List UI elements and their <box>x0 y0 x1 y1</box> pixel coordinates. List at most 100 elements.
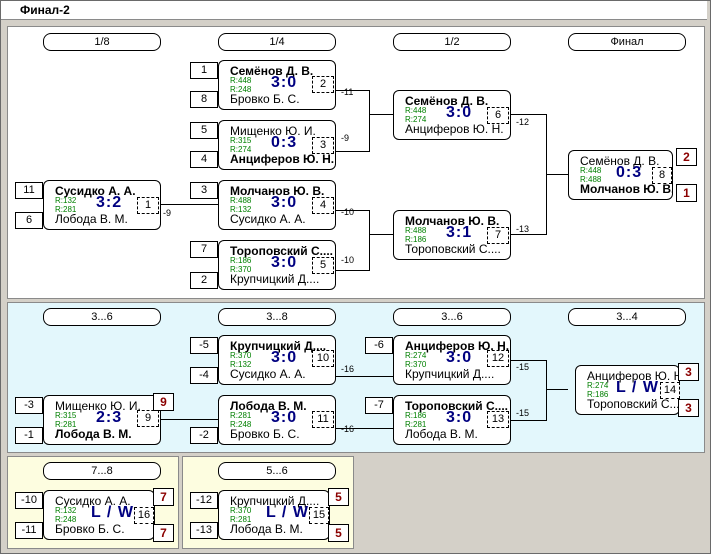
player-name: Молчанов Ю. В. <box>580 182 672 196</box>
match-card[interactable]: Молчанов Ю. В. R:488 R:186 3:1 7 Торопов… <box>393 210 511 260</box>
match-card[interactable]: Семёнов Д. В. R:448 R:274 3:0 6 Анциферо… <box>393 90 511 140</box>
player-rating: R:132 <box>55 506 77 515</box>
match-card[interactable]: Сусидко А. А. R:132 R:248 L / W 16 Бровк… <box>43 490 155 540</box>
consolation-panel: 3...6 3...8 3...6 3...4 -5 -4 -3 -1 -2 -… <box>7 302 705 453</box>
match-card[interactable]: Анциферов Ю. Н. R:274 R:186 L / W 14 Тор… <box>575 365 680 415</box>
seed-box: 11 <box>15 182 43 199</box>
player-name: Крупчицкий Д.... <box>405 367 495 381</box>
player-name: Бровко Б. С. <box>230 92 300 106</box>
player-name: Сусидко А. А. <box>230 367 306 381</box>
player-rating: R:488 <box>230 196 252 205</box>
seed-box: 5 <box>190 122 218 139</box>
place-badge: 3 <box>678 399 699 417</box>
seed-box: -7 <box>365 397 393 414</box>
loser-dest-label: -10 <box>341 207 355 217</box>
match-score: 3:1 <box>446 224 473 241</box>
loser-dest-label: -9 <box>163 208 172 218</box>
player-name: Лобода В. М. <box>55 427 132 441</box>
match-number: 10 <box>312 350 334 367</box>
loser-dest-label: -16 <box>341 424 355 434</box>
round-label: 3...6 <box>393 308 511 326</box>
player-name: Лобода В. М. <box>230 522 303 536</box>
match-card[interactable]: Семёнов Д. В. R:448 R:248 3:0 2 Бровко Б… <box>218 60 336 110</box>
match-card[interactable]: Мищенко Ю. И. R:315 R:281 2:3 9 Лобода В… <box>43 395 161 445</box>
round-label-1-4: 1/4 <box>218 33 336 51</box>
match-card[interactable]: Мищенко Ю. И. R:315 R:274 0:3 3 Анциферо… <box>218 120 336 170</box>
seed-box: 2 <box>190 272 218 289</box>
seed-box: 8 <box>190 91 218 108</box>
round-label: 3...8 <box>218 308 336 326</box>
loser-dest-label: -11 <box>341 87 354 97</box>
seed-box: 4 <box>190 151 218 168</box>
seed-box: 3 <box>190 182 218 199</box>
match-score: 3:0 <box>271 254 298 271</box>
match-score: 3:0 <box>271 194 298 211</box>
player-rating: R:132 <box>55 196 77 205</box>
loser-dest-label: -16 <box>341 364 355 374</box>
player-name: Бровко Б. С. <box>230 427 300 441</box>
match-card[interactable]: Сусидко А. А. R:132 R:281 3:2 1 Лобода В… <box>43 180 161 230</box>
seed-box: -13 <box>190 522 218 539</box>
match-score: L / W <box>616 379 659 396</box>
player-rating: R:448 <box>405 106 427 115</box>
place-badge: 5 <box>328 488 349 506</box>
match-score: 3:0 <box>446 104 473 121</box>
player-rating: R:448 <box>580 166 602 175</box>
player-name: Лобода В. М. <box>55 212 128 226</box>
match-score: 3:2 <box>96 194 123 211</box>
player-rating: R:488 <box>405 226 427 235</box>
match-score: 0:3 <box>616 164 643 181</box>
seed-box: -11 <box>15 522 43 539</box>
seed-box: -2 <box>190 427 218 444</box>
player-name: Лобода В. М. <box>405 427 478 441</box>
player-rating: R:370 <box>230 351 252 360</box>
match-score: 3:0 <box>271 74 298 91</box>
player-name: Сусидко А. А. <box>230 212 306 226</box>
round-label: 5...6 <box>218 462 336 480</box>
player-name: Анциферов Ю. Н. <box>405 122 504 136</box>
player-rating: R:315 <box>230 136 252 145</box>
seed-box: -5 <box>190 337 218 354</box>
match-score: 2:3 <box>96 409 123 426</box>
match-card[interactable]: Крупчицкий Д.... R:370 R:132 3:0 10 Суси… <box>218 335 336 385</box>
match-card[interactable]: Анциферов Ю. Н. R:274 R:370 3:0 12 Крупч… <box>393 335 511 385</box>
loser-dest-label: -15 <box>516 408 530 418</box>
round-label-1-8: 1/8 <box>43 33 161 51</box>
loser-dest-label: -9 <box>341 133 350 143</box>
player-rating: R:370 <box>230 506 252 515</box>
match-score: 3:0 <box>446 349 473 366</box>
round-label: 3...6 <box>43 308 161 326</box>
match-card[interactable]: Молчанов Ю. В. R:488 R:132 3:0 4 Сусидко… <box>218 180 336 230</box>
player-rating: R:448 <box>230 76 252 85</box>
match-number: 11 <box>312 411 334 428</box>
match-score: L / W <box>91 504 134 521</box>
round-label: 7...8 <box>43 462 161 480</box>
round-label-final: Финал <box>568 33 686 51</box>
seed-box: -4 <box>190 367 218 384</box>
loser-dest-label: -10 <box>341 255 355 265</box>
place-badge: 2 <box>676 148 697 166</box>
loser-dest-label: -12 <box>516 117 530 127</box>
round-label-1-2: 1/2 <box>393 33 511 51</box>
match-number: 2 <box>312 76 334 93</box>
place-badge: 9 <box>153 393 174 411</box>
match-card[interactable]: Тороповский С.... R:186 R:281 3:0 13 Лоб… <box>393 395 511 445</box>
match-card-final[interactable]: Семёнов Д. В. R:448 R:488 0:3 8 Молчанов… <box>568 150 673 200</box>
player-name: Бровко Б. С. <box>55 522 125 536</box>
match-score: L / W <box>266 504 309 521</box>
seed-box: -1 <box>15 427 43 444</box>
seed-box: 1 <box>190 62 218 79</box>
place-7-8-panel: 7...8 -10 -11 Сусидко А. А. R:132 R:248 … <box>7 456 179 549</box>
player-name: Анциферов Ю. Н. <box>230 152 334 166</box>
seed-box: -10 <box>15 492 43 509</box>
match-card[interactable]: Тороповский С.... R:186 R:370 3:0 5 Круп… <box>218 240 336 290</box>
player-rating: R:186 <box>405 411 427 420</box>
seed-box: 7 <box>190 241 218 258</box>
player-rating: R:274 <box>587 381 609 390</box>
match-number: 12 <box>487 350 509 367</box>
player-name: Крупчицкий Д.... <box>230 272 320 286</box>
player-rating: R:274 <box>405 351 427 360</box>
match-card[interactable]: Крупчицкий Д.... R:370 R:281 L / W 15 Ло… <box>218 490 330 540</box>
match-card[interactable]: Лобода В. М. R:281 R:248 3:0 11 Бровко Б… <box>218 395 336 445</box>
seed-box: -3 <box>15 397 43 414</box>
